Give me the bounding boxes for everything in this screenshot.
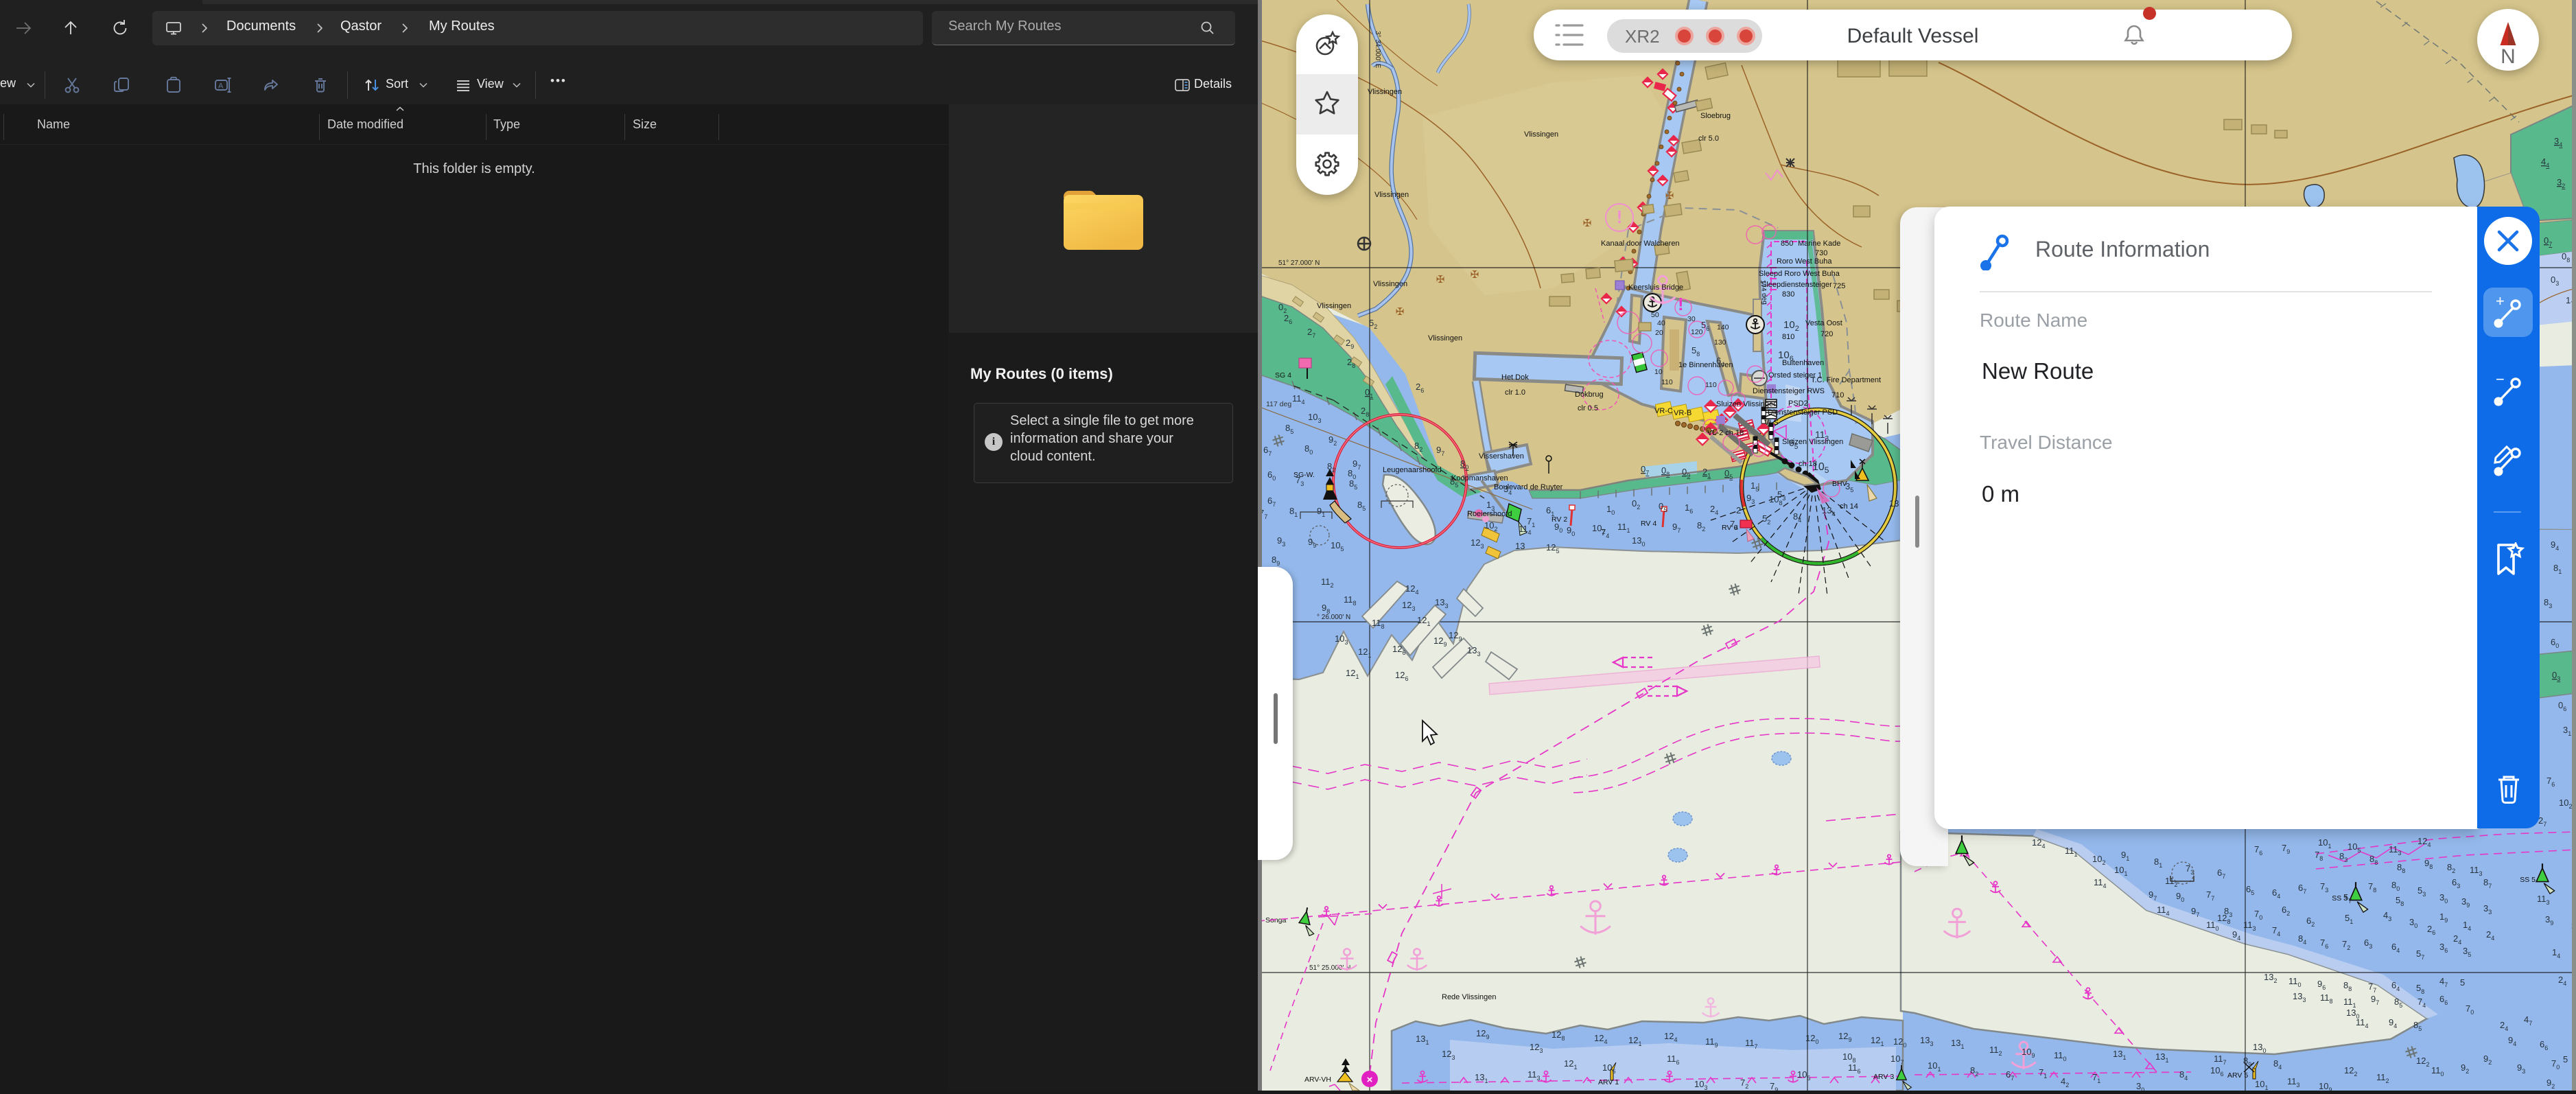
svg-text:ch 14: ch 14 <box>1840 502 1858 511</box>
svg-text:140: 140 <box>1717 323 1729 331</box>
svg-text:1e Binnenhaven: 1e Binnenhaven <box>1678 361 1733 369</box>
svg-text:3° 34.000' E: 3° 34.000' E <box>1374 31 1381 69</box>
svg-text:117 deg: 117 deg <box>1266 400 1291 408</box>
svg-text:ARV 3: ARV 3 <box>1873 1073 1894 1081</box>
svg-text:Vissershaven: Vissershaven <box>1479 452 1524 461</box>
svg-text:13: 13 <box>1515 541 1525 551</box>
svg-text:VL-2 ch 18: VL-2 ch 18 <box>1707 429 1744 437</box>
svg-text:Koopmanshaven: Koopmanshaven <box>1451 474 1508 482</box>
svg-text:Vlissingen: Vlissingen <box>1524 130 1558 139</box>
svg-text:2: 2 <box>1736 505 1741 515</box>
svg-text:110: 110 <box>1661 378 1673 386</box>
svg-text:RV 4: RV 4 <box>1641 520 1656 528</box>
svg-text:Sleepd Roro West Buha: Sleepd Roro West Buha <box>1759 270 1840 278</box>
svg-text:730: 730 <box>1815 249 1827 257</box>
svg-text:20: 20 <box>1655 329 1663 337</box>
svg-text:Keersluis Bridge: Keersluis Bridge <box>1628 283 1683 292</box>
svg-text:Rede Vlissingen: Rede Vlissingen <box>1442 993 1497 1001</box>
svg-text:✠: ✠ <box>1396 306 1405 318</box>
svg-text:° 26.000' N: ° 26.000' N <box>1317 614 1350 621</box>
svg-text:Roeiershoofd: Roeiershoofd <box>1467 510 1512 518</box>
svg-text:Vlissingen: Vlissingen <box>1428 334 1462 342</box>
svg-text:50: 50 <box>1651 311 1659 319</box>
svg-text:110: 110 <box>1705 381 1717 389</box>
svg-text:A: A <box>218 82 224 91</box>
svg-text:✠: ✠ <box>1665 190 1674 202</box>
svg-text:725: 725 <box>1833 282 1845 290</box>
svg-text:830: 830 <box>1782 290 1794 299</box>
svg-text:850: 850 <box>1781 240 1793 248</box>
svg-text:clr 0.5: clr 0.5 <box>1578 404 1598 412</box>
svg-text:Songa: Songa <box>1265 916 1287 924</box>
svg-text:51° 25.000' N: 51° 25.000' N <box>1309 964 1350 972</box>
svg-text:ARV 1: ARV 1 <box>1598 1078 1619 1086</box>
svg-text:!: ! <box>1678 294 1684 314</box>
svg-text:10: 10 <box>1654 368 1663 376</box>
svg-text:N: N <box>2501 45 2516 68</box>
svg-text:!: ! <box>1617 207 1623 227</box>
svg-text:Sloebrug: Sloebrug <box>1700 112 1731 120</box>
svg-text:VLS: VLS <box>1764 419 1779 427</box>
svg-text:ARV 5: ARV 5 <box>2227 1071 2248 1080</box>
svg-text:130: 130 <box>1714 338 1726 347</box>
svg-text:clr 5.0: clr 5.0 <box>1698 135 1719 143</box>
svg-text:13: 13 <box>1889 498 1899 509</box>
svg-text:51° 27.000' N: 51° 27.000' N <box>1278 259 1320 267</box>
svg-text:Het Dok: Het Dok <box>1501 373 1529 382</box>
svg-text:Leugenaarshoofd: Leugenaarshoofd <box>1383 466 1442 474</box>
svg-text:Vesta Oost: Vesta Oost <box>1805 319 1842 327</box>
svg-text:40: 40 <box>1657 319 1665 327</box>
svg-text:Kanaal door Walcheren: Kanaal door Walcheren <box>1601 240 1680 248</box>
svg-text:×: × <box>1367 1074 1373 1086</box>
svg-text:Dienstensteiger PSD: Dienstensteiger PSD <box>1768 408 1838 417</box>
svg-text:Vlissingen: Vlissingen <box>1374 191 1409 199</box>
svg-text:SS 5: SS 5 <box>2520 876 2536 884</box>
svg-text:Dokbrug: Dokbrug <box>1575 391 1604 399</box>
svg-text:710: 710 <box>1831 391 1844 399</box>
svg-text:✠: ✠ <box>1583 218 1592 229</box>
svg-text:Vlissingen: Vlissingen <box>1368 88 1402 96</box>
svg-text:Roro West Buha: Roro West Buha <box>1777 257 1832 266</box>
svg-text:SG 4: SG 4 <box>1275 371 1291 380</box>
svg-text:5: 5 <box>2460 977 2465 988</box>
svg-text:Marine Kade: Marine Kade <box>1798 240 1840 248</box>
svg-text:clr 1.0: clr 1.0 <box>1505 388 1525 397</box>
svg-text:ARV-VH: ARV-VH <box>1304 1075 1331 1084</box>
svg-text:Vlissingen: Vlissingen <box>1373 280 1407 288</box>
svg-text:5: 5 <box>2563 1054 2568 1064</box>
svg-text:VR-C: VR-C <box>1654 407 1673 415</box>
svg-text:+: + <box>2496 294 2505 310</box>
svg-text:VR-B: VR-B <box>1674 409 1691 417</box>
svg-text:810: 810 <box>1782 333 1794 341</box>
svg-text:✠: ✠ <box>1436 274 1445 286</box>
svg-text:720: 720 <box>1820 330 1833 338</box>
svg-text:30: 30 <box>1687 315 1696 323</box>
svg-text:T.C. Fire Department: T.C. Fire Department <box>1811 376 1881 384</box>
svg-text:Vlissingen: Vlissingen <box>1317 302 1351 310</box>
svg-text:✠: ✠ <box>1471 269 1479 281</box>
svg-text:Dienstensteiger RWS: Dienstensteiger RWS <box>1753 387 1825 395</box>
svg-text:Sleepdienstensteiger: Sleepdienstensteiger <box>1761 281 1832 289</box>
svg-text:PSD2: PSD2 <box>1788 399 1808 408</box>
svg-text:Sluizen Vlissingen: Sluizen Vlissingen <box>1716 400 1777 408</box>
svg-text:−: − <box>2496 373 2505 388</box>
